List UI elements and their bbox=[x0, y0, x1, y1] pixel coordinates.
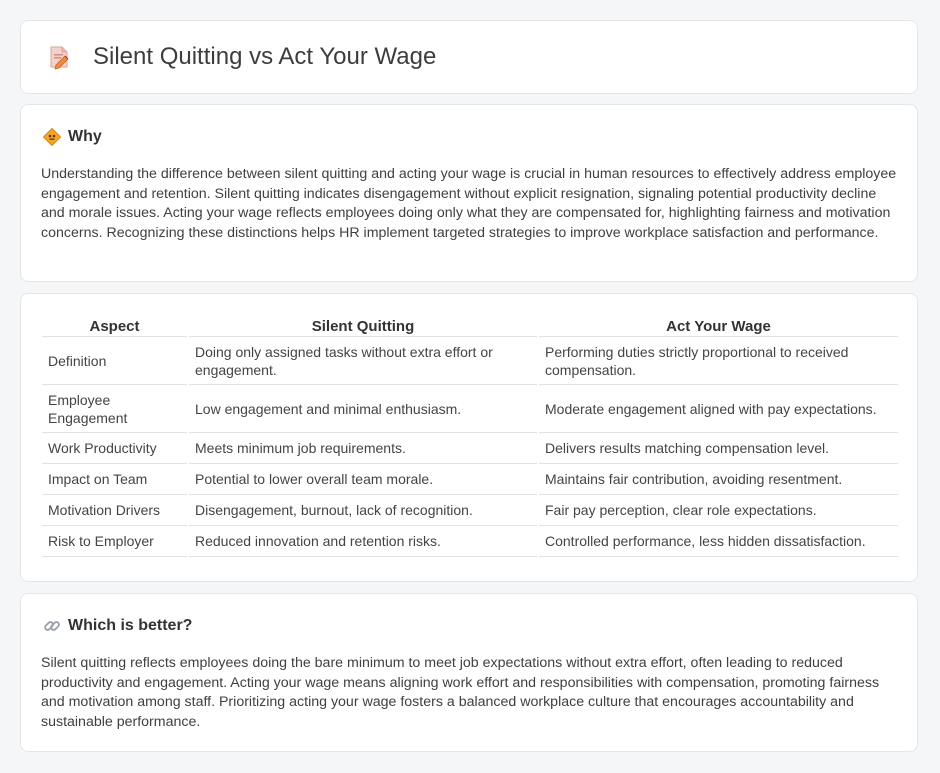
cell-act-your-wage: Fair pay perception, clear role expectat… bbox=[538, 494, 898, 526]
cell-act-your-wage: Maintains fair contribution, avoiding re… bbox=[538, 463, 898, 495]
cell-aspect: Employee Engagement bbox=[42, 384, 189, 433]
cell-aspect: Definition bbox=[42, 336, 189, 385]
table-header-row: Aspect Silent Quitting Act Your Wage bbox=[42, 316, 898, 337]
cell-silent-quitting: Disengagement, burnout, lack of recognit… bbox=[188, 494, 539, 526]
table-row: Risk to Employer Reduced innovation and … bbox=[42, 525, 898, 557]
cell-silent-quitting: Reduced innovation and retention risks. bbox=[188, 525, 539, 557]
table-row: Work Productivity Meets minimum job requ… bbox=[42, 432, 898, 464]
table-row: Employee Engagement Low engagement and m… bbox=[42, 384, 898, 433]
table-row: Impact on Team Potential to lower overal… bbox=[42, 463, 898, 495]
table-row: Definition Doing only assigned tasks wit… bbox=[42, 336, 898, 385]
why-title: Why bbox=[68, 128, 102, 145]
title-card: Silent Quitting vs Act Your Wage bbox=[20, 20, 918, 94]
cell-silent-quitting: Doing only assigned tasks without extra … bbox=[188, 336, 539, 385]
cell-aspect: Work Productivity bbox=[42, 432, 189, 464]
why-section: Why Understanding the difference between… bbox=[20, 104, 918, 282]
link-icon bbox=[43, 617, 61, 635]
cell-silent-quitting: Potential to lower overall team morale. bbox=[188, 463, 539, 495]
header-silent-quitting: Silent Quitting bbox=[188, 316, 539, 337]
cell-act-your-wage: Controlled performance, less hidden diss… bbox=[538, 525, 898, 557]
cell-act-your-wage: Delivers results matching compensation l… bbox=[538, 432, 898, 464]
cell-silent-quitting: Low engagement and minimal enthusiasm. bbox=[188, 384, 539, 433]
table-row: Motivation Drivers Disengagement, burnou… bbox=[42, 494, 898, 526]
cell-act-your-wage: Moderate engagement aligned with pay exp… bbox=[538, 384, 898, 433]
header-aspect: Aspect bbox=[42, 316, 189, 337]
which-is-better-title: Which is better? bbox=[68, 617, 193, 634]
comparison-card: Aspect Silent Quitting Act Your Wage Def… bbox=[20, 293, 918, 582]
which-is-better-section: Which is better? Silent quitting reflect… bbox=[20, 593, 918, 752]
cell-aspect: Risk to Employer bbox=[42, 525, 189, 557]
which-is-better-body: Silent quitting reflects employees doing… bbox=[41, 655, 880, 730]
header-act-your-wage: Act Your Wage bbox=[538, 316, 898, 337]
comparison-table: Aspect Silent Quitting Act Your Wage Def… bbox=[42, 316, 898, 557]
cell-act-your-wage: Performing duties strictly proportional … bbox=[538, 336, 898, 385]
why-body: Understanding the difference between sil… bbox=[41, 166, 897, 241]
pencil-paper-icon bbox=[45, 43, 73, 71]
cell-silent-quitting: Meets minimum job requirements. bbox=[188, 432, 539, 464]
page-title: Silent Quitting vs Act Your Wage bbox=[93, 43, 437, 70]
cell-aspect: Motivation Drivers bbox=[42, 494, 189, 526]
diamond-sign-icon bbox=[42, 127, 62, 147]
cell-aspect: Impact on Team bbox=[42, 463, 189, 495]
